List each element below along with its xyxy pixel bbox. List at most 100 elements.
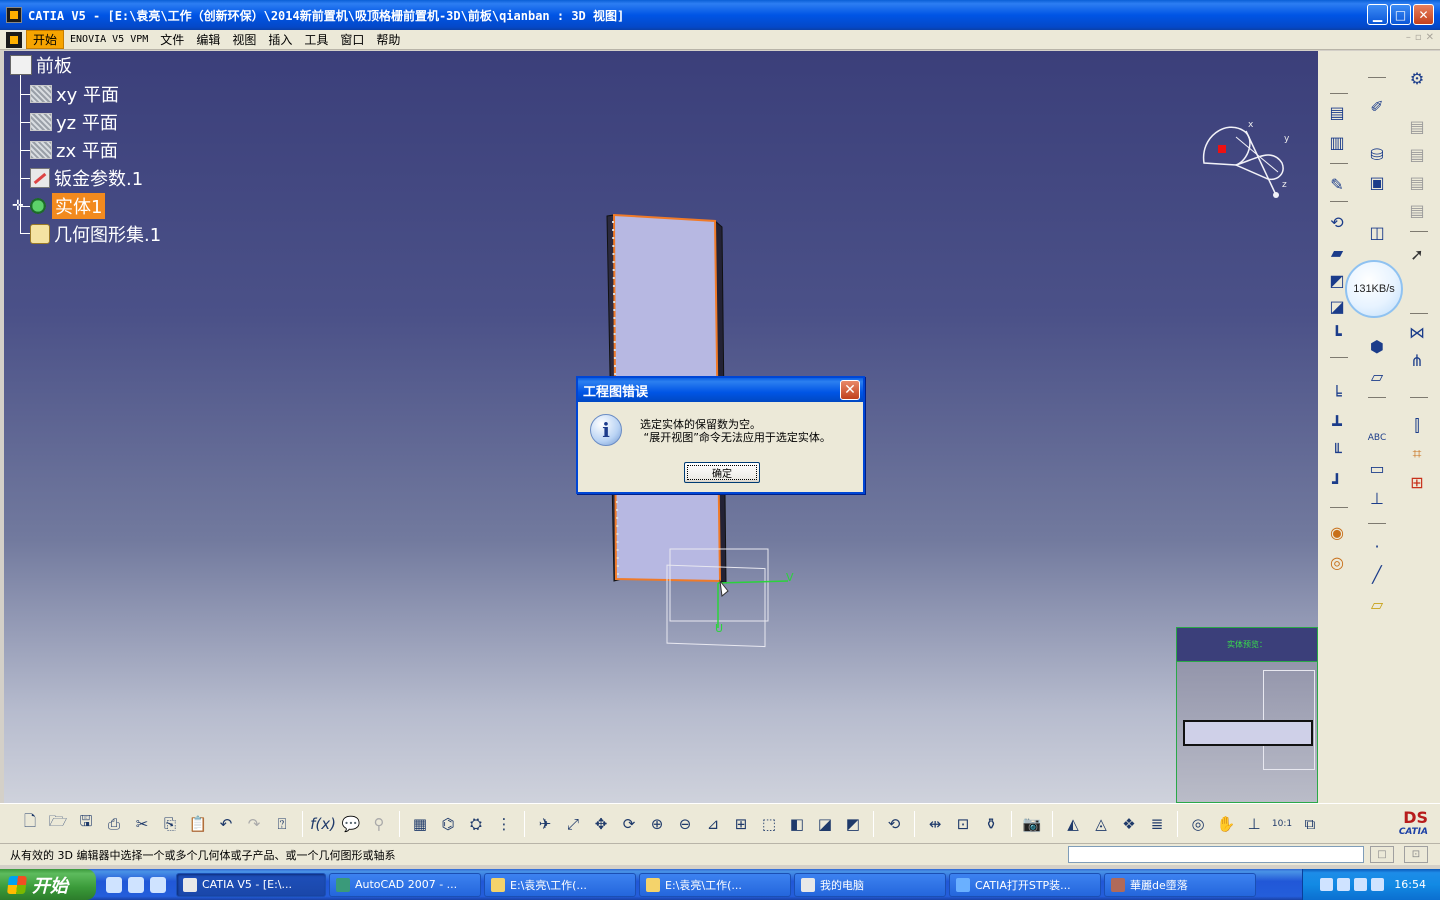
- view-icon[interactable]: ◫: [1366, 221, 1388, 243]
- measure-item-icon[interactable]: ⊡: [952, 813, 974, 835]
- paste-icon[interactable]: 📋: [187, 813, 209, 835]
- normal-view-icon[interactable]: ⊿: [702, 813, 724, 835]
- formula-icon[interactable]: f(x): [310, 813, 336, 835]
- maximize-button[interactable]: □: [1390, 4, 1411, 25]
- hole-icon[interactable]: ◎: [1326, 551, 1348, 573]
- taskbar-item-browser[interactable]: CATIA打开STP装...: [949, 872, 1101, 897]
- redo-icon[interactable]: ↷: [243, 813, 265, 835]
- taskbar-item-my-computer[interactable]: 我的电脑: [794, 872, 946, 897]
- compass-widget[interactable]: x y z: [1196, 117, 1296, 207]
- select-arrow-icon[interactable]: ➚: [1406, 243, 1428, 265]
- document-view-icon[interactable]: ▥: [1326, 131, 1348, 153]
- zoom-out-icon[interactable]: ⊖: [674, 813, 696, 835]
- user-pattern-icon[interactable]: ⊞: [1406, 471, 1428, 493]
- fly-mode-icon[interactable]: ✈: [534, 813, 556, 835]
- hand-icon[interactable]: ✋: [1215, 813, 1237, 835]
- clock[interactable]: 16:54: [1394, 878, 1426, 891]
- multi-view-icon[interactable]: ⊞: [730, 813, 752, 835]
- mdi-close-button[interactable]: ✕: [1426, 32, 1434, 43]
- rotate-icon[interactable]: ⟳: [618, 813, 640, 835]
- volume-icon[interactable]: [1371, 878, 1385, 891]
- flange-icon[interactable]: ┗: [1326, 323, 1348, 345]
- user-icon[interactable]: [1337, 878, 1351, 891]
- product-icon[interactable]: ▤: [1406, 143, 1428, 165]
- save-dxf-icon[interactable]: ⛁: [1366, 143, 1388, 165]
- plane-geometry-icon[interactable]: ▱: [1366, 593, 1388, 615]
- cut-icon[interactable]: ✂: [131, 813, 153, 835]
- copy-icon[interactable]: ⎘: [159, 813, 181, 835]
- axis-system-icon[interactable]: ⋈: [1406, 321, 1428, 343]
- ok-button[interactable]: 确定: [684, 462, 760, 483]
- undo-icon[interactable]: ↶: [215, 813, 237, 835]
- close-button[interactable]: ✕: [1413, 4, 1434, 25]
- iso-view-icon[interactable]: ⬚: [758, 813, 780, 835]
- analysis-icon[interactable]: ◬: [1090, 813, 1112, 835]
- taskbar-item-folder[interactable]: E:\袁亮\工作(...: [639, 872, 791, 897]
- dialog-title-bar[interactable]: 工程图错误 ✕: [578, 378, 863, 402]
- zoom-in-icon[interactable]: ⊕: [646, 813, 668, 835]
- network-icon[interactable]: [1320, 878, 1334, 891]
- pattern-icon[interactable]: ⌗: [1406, 443, 1428, 465]
- knowledge-icon[interactable]: ◎: [1187, 813, 1209, 835]
- start-button[interactable]: 开始: [0, 869, 96, 900]
- bend-icon[interactable]: ╘: [1326, 383, 1348, 405]
- cloud-icon[interactable]: [150, 876, 166, 893]
- sketch-support-icon[interactable]: ▤: [1326, 101, 1348, 123]
- point-icon[interactable]: ·: [1366, 535, 1388, 557]
- open-icon[interactable]: 🗁: [47, 812, 69, 835]
- mdi-restore-button[interactable]: ▫: [1415, 32, 1422, 43]
- menu-tools[interactable]: 工具: [298, 31, 334, 48]
- line-icon[interactable]: ╱: [1366, 563, 1388, 585]
- menu-file[interactable]: 文件: [154, 31, 190, 48]
- status-option-button[interactable]: □: [1370, 846, 1394, 863]
- hierarchy-icon[interactable]: ⋔: [1406, 349, 1428, 371]
- media-icon[interactable]: [128, 876, 144, 893]
- minimize-button[interactable]: ▁: [1367, 4, 1388, 25]
- menu-enovia[interactable]: ENOVIA V5 VPM: [64, 34, 154, 45]
- callout-icon[interactable]: ▭: [1366, 457, 1388, 479]
- swept-wall-icon[interactable]: ◪: [1326, 295, 1348, 317]
- fold-icon[interactable]: ╙: [1326, 441, 1348, 463]
- comment-icon[interactable]: 💬: [340, 813, 362, 835]
- save-icon[interactable]: 🖫: [75, 812, 97, 835]
- apply-material-icon[interactable]: ❖: [1118, 813, 1140, 835]
- menu-help[interactable]: 帮助: [370, 31, 406, 48]
- plane-tool-icon[interactable]: ▱: [1366, 365, 1388, 387]
- swap-space-icon[interactable]: ◩: [842, 813, 864, 835]
- product-icon[interactable]: ▤: [1406, 115, 1428, 137]
- table-icon[interactable]: ▦: [409, 813, 431, 835]
- drawing-error-dialog[interactable]: 工程图错误 ✕ i 选定实体的保留数为空。 “展开视图”命令无法应用于选定实体。…: [576, 376, 865, 494]
- menu-insert[interactable]: 插入: [262, 31, 298, 48]
- update-icon[interactable]: ⟲: [883, 813, 905, 835]
- save-icon[interactable]: ▣: [1366, 171, 1388, 193]
- catia-app-icon[interactable]: [6, 7, 22, 23]
- axis-icon[interactable]: ⊥: [1243, 813, 1265, 835]
- fit-all-icon[interactable]: ⤢: [562, 813, 584, 835]
- new-icon[interactable]: 🗋: [19, 812, 41, 835]
- taskbar-item-chat[interactable]: 華麗de墮落: [1104, 872, 1256, 897]
- tools-palette-icon[interactable]: ⛭: [465, 813, 487, 835]
- mdi-minimize-button[interactable]: –: [1406, 32, 1411, 43]
- catalog-icon[interactable]: ⌬: [437, 813, 459, 835]
- measure-inertia-icon[interactable]: ⚱: [980, 813, 1002, 835]
- measure-icon[interactable]: ⊥: [1366, 487, 1388, 509]
- taskbar-item-catia[interactable]: CATIA V5 - [E:\...: [176, 872, 326, 897]
- power-input-field[interactable]: [1068, 846, 1364, 863]
- document-icon[interactable]: [6, 31, 22, 48]
- point-to-point-icon[interactable]: ┛: [1326, 471, 1348, 493]
- scale-icon[interactable]: 10:1: [1271, 813, 1293, 835]
- unfold-icon[interactable]: ┻: [1326, 413, 1348, 435]
- mirror-icon[interactable]: ⫿: [1406, 415, 1428, 437]
- product-icon[interactable]: ▤: [1406, 171, 1428, 193]
- menu-window[interactable]: 窗口: [334, 31, 370, 48]
- light-icon[interactable]: ⚲: [368, 813, 390, 835]
- pan-icon[interactable]: ✥: [590, 813, 612, 835]
- layers-icon[interactable]: ≣: [1146, 813, 1168, 835]
- recognize-icon[interactable]: ⟲: [1326, 211, 1348, 233]
- workbench-icon[interactable]: ⚙: [1406, 67, 1428, 89]
- menu-edit[interactable]: 编辑: [190, 31, 226, 48]
- sketcher-icon[interactable]: ✐: [1366, 95, 1388, 117]
- sketch-plane-icon[interactable]: ◭: [1062, 813, 1084, 835]
- capture-icon[interactable]: 📷: [1021, 813, 1043, 835]
- shield-icon[interactable]: [1354, 878, 1368, 891]
